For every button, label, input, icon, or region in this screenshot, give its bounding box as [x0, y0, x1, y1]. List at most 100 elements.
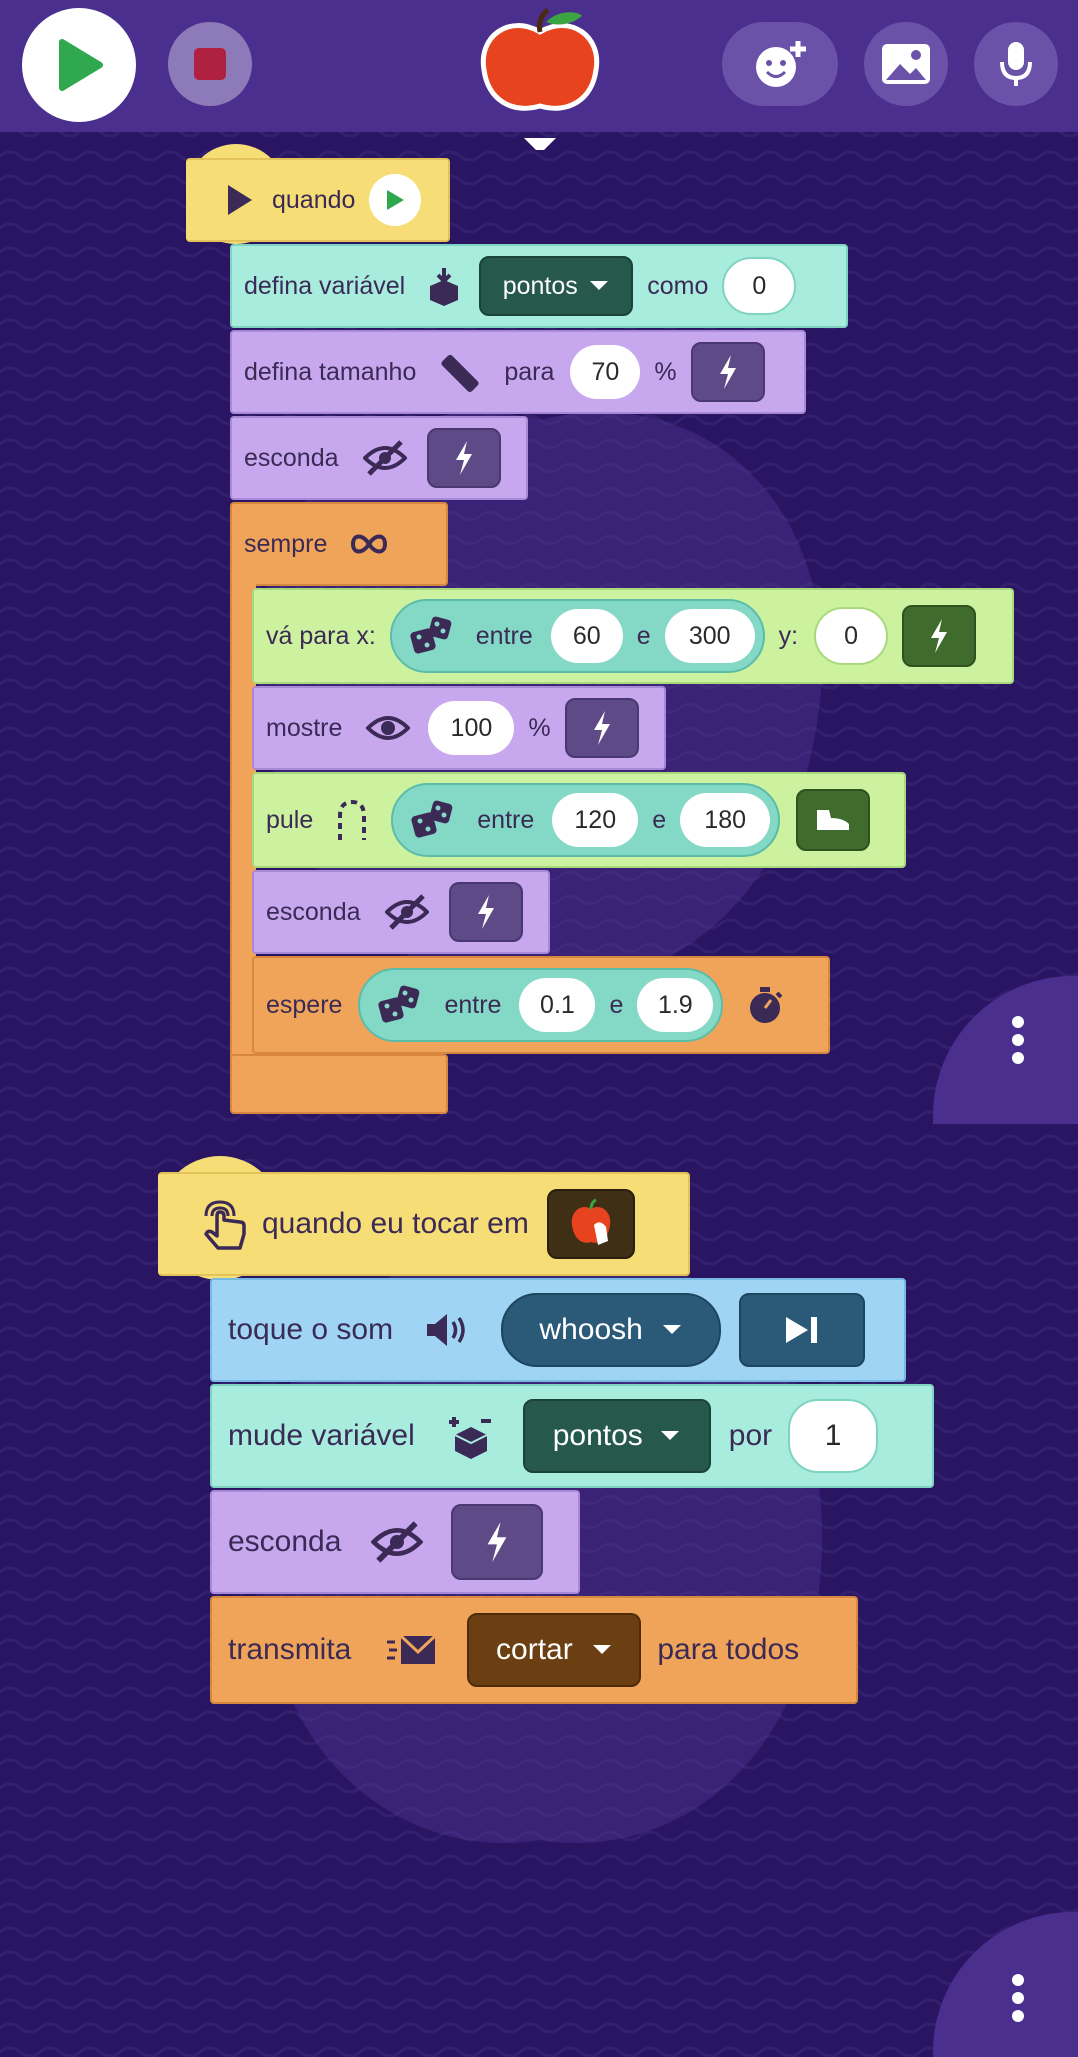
- jump-arc-icon: [338, 799, 367, 840]
- play-icon: [228, 185, 252, 215]
- wait-label: espere: [266, 990, 343, 1019]
- lightning-icon: [931, 619, 948, 653]
- max-input[interactable]: 1.9: [637, 978, 714, 1032]
- speaker-icon: [427, 1314, 465, 1346]
- value-input[interactable]: 0: [722, 257, 797, 315]
- eye-slash-icon: [362, 440, 407, 476]
- when-touched-label: quando eu tocar em: [262, 1207, 529, 1240]
- lightning-icon: [488, 1522, 507, 1562]
- speed-toggle[interactable]: [426, 428, 501, 488]
- chevron-down-icon: [592, 1645, 611, 1654]
- infinity-icon: [351, 534, 388, 554]
- play-sound-block[interactable]: toque o som whoosh: [210, 1278, 906, 1382]
- skip-forward-icon: [786, 1317, 818, 1343]
- chevron-down-icon: [660, 1431, 679, 1440]
- eye-slash-icon: [371, 1521, 424, 1563]
- dice-icon: [411, 800, 453, 838]
- size-input[interactable]: 70: [570, 345, 641, 399]
- hide-label: esconda: [266, 897, 361, 926]
- jump-block[interactable]: pule entre 120 e 180: [252, 772, 906, 868]
- percent-label: %: [654, 357, 677, 386]
- random-reporter[interactable]: entre 120 e 180: [391, 783, 781, 857]
- play-icon: [59, 39, 103, 91]
- and-label: e: [636, 621, 651, 650]
- wait-block[interactable]: espere entre 0.1 e 1.9: [252, 956, 830, 1054]
- sprite-picker[interactable]: [546, 1189, 635, 1259]
- between-label: entre: [444, 990, 502, 1019]
- hide-block[interactable]: esconda: [230, 416, 528, 500]
- speed-toggle[interactable]: [902, 605, 977, 667]
- when-touched-block[interactable]: quando eu tocar em: [158, 1172, 690, 1276]
- stopwatch-icon: [750, 987, 783, 1023]
- flag-input[interactable]: [369, 174, 422, 226]
- max-input[interactable]: 180: [680, 793, 771, 847]
- variable-dropdown[interactable]: pontos: [479, 256, 634, 316]
- dice-icon: [410, 616, 452, 654]
- percent-label: %: [528, 713, 551, 742]
- variable-box-icon: [430, 268, 459, 306]
- to-label: para: [504, 357, 555, 386]
- y-input[interactable]: 0: [814, 607, 889, 665]
- as-label: como: [647, 271, 709, 300]
- stop-icon: [194, 48, 226, 80]
- speed-toggle[interactable]: [564, 698, 639, 758]
- eye-icon: [366, 716, 411, 740]
- tap-hand-icon: [204, 1200, 246, 1250]
- eye-slash-icon: [384, 894, 429, 930]
- record-sound-button[interactable]: [974, 22, 1058, 106]
- by-label: por: [728, 1419, 773, 1452]
- more-icon: [1012, 1968, 1024, 2028]
- show-block[interactable]: mostre 100 %: [252, 686, 666, 770]
- random-reporter[interactable]: entre 0.1 e 1.9: [358, 968, 724, 1042]
- hide-label: esconda: [228, 1525, 342, 1558]
- min-input[interactable]: 120: [552, 793, 639, 847]
- speed-toggle[interactable]: [690, 342, 765, 402]
- stop-button[interactable]: [168, 22, 252, 106]
- sound-speed-toggle[interactable]: [739, 1293, 866, 1367]
- min-input[interactable]: 60: [550, 609, 623, 663]
- variable-name: pontos: [552, 1419, 643, 1452]
- set-variable-label: defina variável: [244, 271, 406, 300]
- message-dropdown[interactable]: cortar: [467, 1613, 642, 1687]
- speed-toggle[interactable]: [448, 882, 523, 942]
- set-size-label: defina tamanho: [244, 357, 417, 386]
- play-sound-label: toque o som: [228, 1313, 394, 1346]
- hide-block[interactable]: esconda: [252, 870, 550, 954]
- add-sprite-button[interactable]: [722, 22, 838, 106]
- sprite-selector[interactable]: [420, 0, 660, 154]
- ghost-input[interactable]: 100: [428, 701, 515, 755]
- change-value-input[interactable]: 1: [788, 1399, 879, 1473]
- message-name: cortar: [496, 1633, 573, 1666]
- set-size-block[interactable]: defina tamanho para 70 %: [230, 330, 806, 414]
- random-reporter[interactable]: entre 60 e 300: [389, 599, 765, 673]
- hide-label: esconda: [244, 443, 339, 472]
- broadcast-block[interactable]: transmita cortar para todos: [210, 1596, 858, 1704]
- shoe-icon: [817, 810, 850, 830]
- play-button[interactable]: [22, 8, 136, 122]
- variable-dropdown[interactable]: pontos: [522, 1399, 711, 1473]
- play-icon: [387, 190, 405, 210]
- min-input[interactable]: 0.1: [519, 978, 596, 1032]
- variable-name: pontos: [502, 271, 578, 300]
- show-label: mostre: [266, 713, 343, 742]
- broadcast-label: transmita: [228, 1633, 352, 1666]
- between-label: entre: [475, 621, 533, 650]
- goto-label: vá para x:: [266, 621, 376, 650]
- when-start-block[interactable]: quando: [186, 158, 450, 242]
- goto-block[interactable]: vá para x: entre 60 e 300 y: 0: [252, 588, 1014, 684]
- set-variable-block[interactable]: defina variável pontos como 0: [230, 244, 848, 328]
- hide-block[interactable]: esconda: [210, 1490, 580, 1594]
- when-label: quando: [272, 185, 356, 214]
- max-input[interactable]: 300: [664, 609, 755, 663]
- speed-toggle[interactable]: [451, 1504, 544, 1580]
- apple-sprite-icon: [420, 0, 660, 154]
- envelope-icon: [387, 1634, 437, 1664]
- backdrop-button[interactable]: [864, 22, 948, 106]
- sound-dropdown[interactable]: whoosh: [501, 1293, 722, 1367]
- lightning-icon: [719, 355, 736, 389]
- forever-footer: [230, 1054, 448, 1114]
- jump-speed-toggle[interactable]: [796, 789, 871, 851]
- forever-header: sempre: [230, 502, 448, 586]
- change-variable-block[interactable]: mude variável pontos por 1: [210, 1384, 934, 1488]
- lightning-icon: [477, 895, 494, 929]
